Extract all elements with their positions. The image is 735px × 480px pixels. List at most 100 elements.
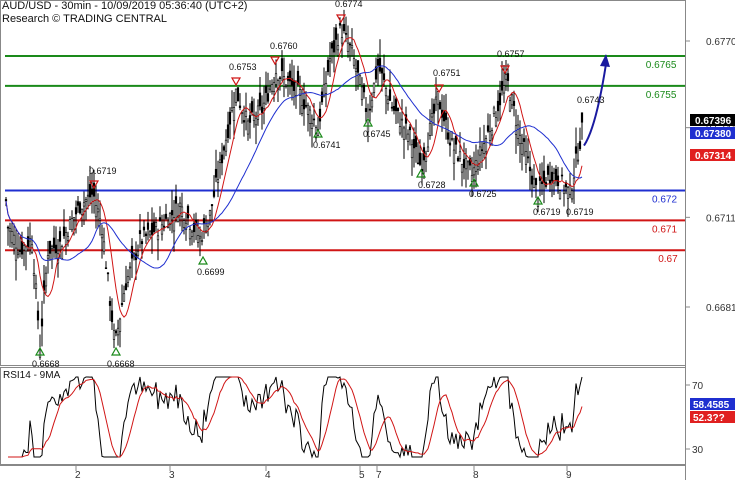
price-annotation-label: 0.6668 xyxy=(32,359,60,369)
time-tick-label: 3 xyxy=(169,470,175,480)
candle-body xyxy=(464,157,468,170)
price-tick-label: 0.6681 xyxy=(706,303,735,314)
candle-body xyxy=(566,186,570,199)
last-price-tag-label: 0.67380 xyxy=(695,129,732,140)
candle-body xyxy=(242,120,246,123)
candle-body xyxy=(222,146,226,151)
candle-body xyxy=(236,87,240,102)
candle-body xyxy=(380,68,384,74)
candle-body xyxy=(410,144,414,159)
candle-body xyxy=(302,99,306,110)
candle-body xyxy=(490,130,494,136)
candle-body xyxy=(212,190,216,197)
candle-body xyxy=(26,236,30,248)
candle-body xyxy=(218,159,222,163)
candle-body xyxy=(46,255,50,259)
candle-body xyxy=(108,301,112,306)
candle-body xyxy=(38,349,42,358)
level-label: 0.6755 xyxy=(646,90,677,101)
candle-body xyxy=(332,40,336,53)
candle-body xyxy=(384,88,388,97)
candle-body xyxy=(562,190,566,194)
candle-body xyxy=(444,112,448,120)
candle-body xyxy=(18,250,22,252)
candle-body xyxy=(164,213,168,219)
candle-body xyxy=(248,115,252,123)
candle-body xyxy=(264,85,268,93)
candle-body xyxy=(180,206,184,217)
candle-body xyxy=(510,94,514,106)
candle-body xyxy=(106,272,110,275)
candle-body xyxy=(84,199,88,202)
candle-body xyxy=(4,199,8,202)
candle-body xyxy=(208,210,212,216)
candle-body xyxy=(90,188,94,195)
candle-body xyxy=(284,85,288,87)
candle-body xyxy=(174,196,178,204)
candle-body xyxy=(482,143,486,154)
candle-body xyxy=(206,220,210,228)
candle-body xyxy=(488,131,492,141)
candle-body xyxy=(228,111,232,125)
candle-body xyxy=(354,68,358,72)
chart-subtitle: Research © TRADING CENTRAL xyxy=(2,13,167,25)
candle-body xyxy=(370,99,374,108)
candle-body xyxy=(168,213,172,225)
candle-body xyxy=(166,226,170,229)
candle-body xyxy=(64,232,68,246)
candle-body xyxy=(270,84,274,92)
candle-body xyxy=(530,175,534,185)
candle-body xyxy=(62,226,66,237)
candle-body xyxy=(498,92,502,106)
last-price-tag-label: 0.67314 xyxy=(695,151,732,162)
candle-body xyxy=(94,205,98,218)
candle-body xyxy=(480,149,484,151)
candle-body xyxy=(392,105,396,111)
candle-body xyxy=(210,204,214,207)
price-annotation-label: 0.6774 xyxy=(335,0,363,9)
candle-body xyxy=(128,266,132,269)
candle-body xyxy=(258,92,262,107)
rsi-pane-frame xyxy=(0,367,686,465)
price-annotation-label: 0.6753 xyxy=(229,62,257,72)
candle-body xyxy=(10,231,14,244)
candle-body xyxy=(568,184,572,195)
candle-body xyxy=(402,127,406,140)
time-tick-label: 7 xyxy=(376,470,382,480)
candle-body xyxy=(146,222,150,230)
candle-body xyxy=(352,58,356,66)
candle-body xyxy=(526,156,530,159)
candle-body xyxy=(378,58,382,72)
candle-body xyxy=(460,163,464,173)
candle-body xyxy=(502,85,506,94)
chart-title: AUD/USD - 30min - 10/09/2019 05:36:40 (U… xyxy=(2,0,248,12)
candle-body xyxy=(88,184,92,198)
candle-body xyxy=(492,107,496,115)
candle-body xyxy=(416,162,420,165)
candle-body xyxy=(474,160,478,172)
candle-body xyxy=(356,60,360,73)
candle-body xyxy=(414,135,418,147)
candle-body xyxy=(216,179,220,184)
candle-body xyxy=(116,327,120,336)
candle-body xyxy=(428,122,432,136)
candle-body xyxy=(516,124,520,139)
candle-body xyxy=(256,105,260,120)
candle-body xyxy=(86,194,90,197)
candle-body xyxy=(344,33,348,35)
candle-body xyxy=(340,37,344,44)
last-price-tag-label: 0.67396 xyxy=(695,116,732,127)
candle-body xyxy=(486,125,490,132)
candle-body xyxy=(200,240,204,242)
rsi-tick-label: 30 xyxy=(692,445,704,456)
candle-body xyxy=(358,75,362,85)
candle-body xyxy=(400,118,404,121)
candle-body xyxy=(308,109,312,124)
price-annotation-label: 0.6751 xyxy=(433,68,461,78)
candle-body xyxy=(32,272,36,276)
candle-body xyxy=(310,123,314,129)
candle-body xyxy=(80,208,84,215)
candle-body xyxy=(376,58,380,66)
candle-body xyxy=(560,174,564,177)
candle-body xyxy=(386,99,390,105)
